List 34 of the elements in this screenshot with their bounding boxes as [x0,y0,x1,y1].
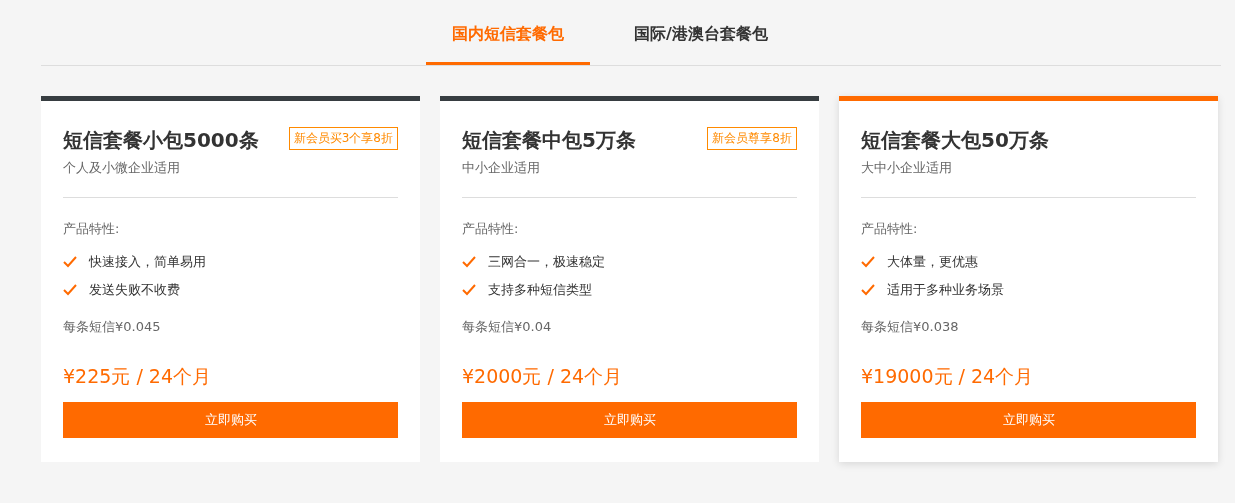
buy-button[interactable]: 立即购买 [63,402,398,438]
check-icon [861,256,875,268]
promo-tag: 新会员尊享8折 [707,127,797,150]
plan-subtitle: 大中小企业适用 [861,159,953,177]
features-label: 产品特性: [63,220,121,238]
plan-title: 短信套餐小包5000条 [63,127,259,154]
feature-text: 大体量，更优惠 [887,253,978,271]
feature-text: 适用于多种业务场景 [887,281,1004,299]
features-label: 产品特性: [462,220,520,238]
feature-text: 三网合一，极速稳定 [488,253,605,271]
check-icon [462,284,476,296]
buy-button[interactable]: 立即购买 [861,402,1196,438]
feature-text: 发送失败不收费 [89,281,180,299]
plan-title: 短信套餐大包50万条 [861,127,1049,154]
check-icon [63,284,77,296]
plan-subtitle: 个人及小微企业适用 [63,159,181,177]
unit-price: 每条短信¥0.04 [462,318,553,336]
plan-price: ¥225元 / 24个月 [63,364,212,389]
unit-price: 每条短信¥0.045 [63,318,162,336]
tab[interactable]: 国内短信套餐包 [426,24,590,65]
plan-subtitle: 中小企业适用 [462,159,541,177]
check-icon [861,284,875,296]
unit-price: 每条短信¥0.038 [861,318,960,336]
check-icon [462,256,476,268]
plan-price: ¥19000元 / 24个月 [861,364,1035,389]
features-label: 产品特性: [861,220,919,238]
promo-tag: 新会员买3个享8折 [288,127,398,150]
check-icon [63,256,77,268]
plan-title: 短信套餐中包5万条 [462,127,636,154]
tab[interactable]: 国际/港澳台套餐包 [608,24,794,65]
feature-text: 快速接入，简单易用 [89,253,206,271]
feature-text: 支持多种短信类型 [488,281,592,299]
plan-price: ¥2000元 / 24个月 [462,364,624,389]
buy-button[interactable]: 立即购买 [462,402,797,438]
